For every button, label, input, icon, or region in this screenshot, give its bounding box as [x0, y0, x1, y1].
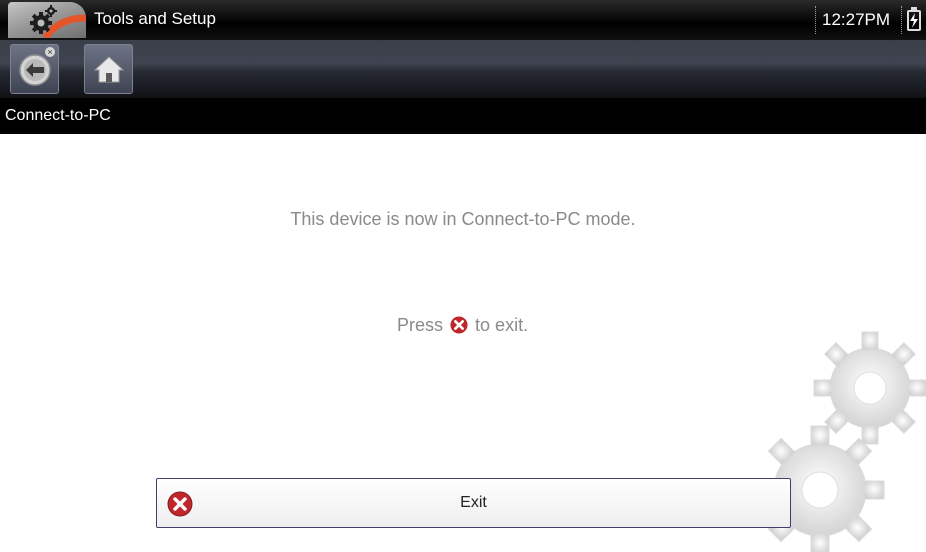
battery-charging-icon [901, 6, 924, 34]
toolbar: × [0, 40, 926, 98]
back-button[interactable]: × [10, 44, 59, 94]
gear-icon [30, 5, 57, 34]
title-bar: Tools and Setup 12:27PM [0, 0, 926, 40]
exit-button-label: Exit [460, 494, 487, 511]
close-circle-icon [450, 316, 468, 334]
press-prefix-text: Press [397, 315, 444, 335]
tools-app-icon[interactable] [8, 2, 86, 38]
press-suffix-text: to exit. [475, 315, 529, 335]
home-icon [93, 56, 125, 83]
exit-instruction: Press to exit. [397, 313, 528, 337]
close-small-icon: × [45, 47, 55, 57]
app-title: Tools and Setup [94, 9, 216, 28]
home-button[interactable] [84, 44, 133, 94]
clock: 12:27PM [815, 6, 890, 34]
exit-button[interactable]: Exit [156, 478, 791, 528]
breadcrumb: Connect-to-PC [0, 98, 926, 134]
status-message: This device is now in Connect-to-PC mode… [290, 209, 636, 229]
breadcrumb-label: Connect-to-PC [5, 107, 111, 124]
